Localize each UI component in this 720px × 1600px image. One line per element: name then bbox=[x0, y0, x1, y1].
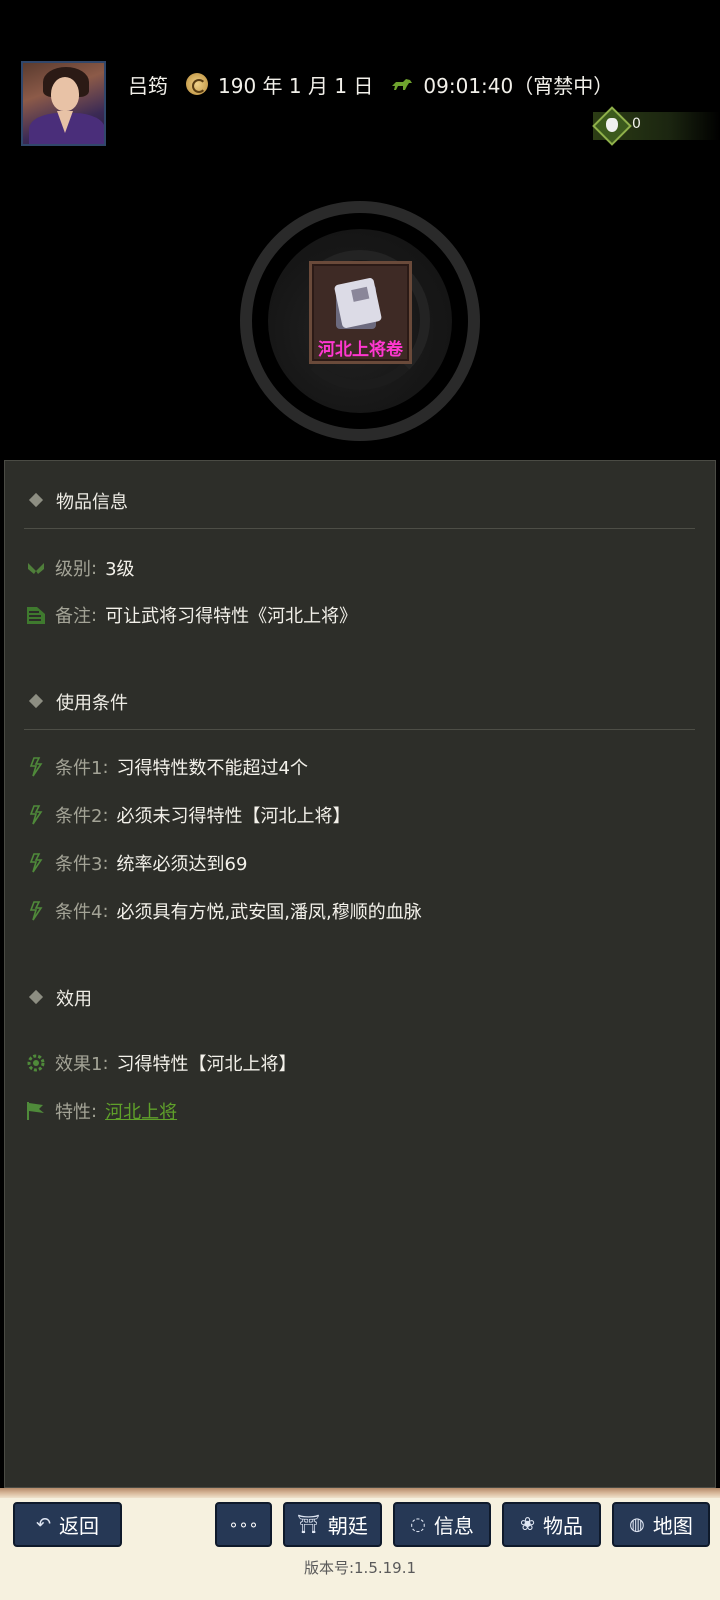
condition-row-4: 条件4 : 必须具有方悦,武安国,潘凤,穆顺的血脉 bbox=[25, 898, 422, 924]
version-label: 版本号:1.5.19.1 bbox=[303, 1559, 417, 1577]
trait-link[interactable]: 河北上将 bbox=[105, 1098, 177, 1124]
avatar-face bbox=[51, 77, 79, 111]
info-row-note: 备注 : 可让武将习得特性《河北上将》 bbox=[25, 602, 357, 628]
info-note-value: 可让武将习得特性《河北上将》 bbox=[105, 606, 358, 627]
condition-4-key: 条件4 bbox=[55, 902, 103, 923]
key-separator: : bbox=[102, 756, 109, 778]
key-separator: : bbox=[102, 900, 109, 922]
section-title-effects: 效用 bbox=[56, 989, 92, 1010]
scroll-icon bbox=[27, 607, 45, 624]
divider bbox=[24, 528, 695, 529]
info-label: 信息 bbox=[433, 1514, 474, 1538]
item-name: 河北上将卷 bbox=[318, 340, 403, 360]
court-button[interactable]: ⛩ 朝廷 bbox=[283, 1502, 382, 1547]
condition-row-1: 条件1 : 习得特性数不能超过4个 bbox=[25, 754, 308, 780]
section-title-info: 物品信息 bbox=[56, 492, 128, 513]
condition-2-value: 必须未习得特性【河北上将】 bbox=[116, 806, 351, 827]
condition-1-value: 习得特性数不能超过4个 bbox=[116, 758, 308, 779]
key-separator: : bbox=[91, 604, 98, 626]
lightning-icon bbox=[29, 757, 43, 777]
back-button[interactable]: ↶ 返回 bbox=[13, 1502, 122, 1547]
more-dots-icon: ∘∘∘ bbox=[228, 1515, 259, 1534]
court-label: 朝廷 bbox=[327, 1514, 368, 1538]
info-level-value: 3级 bbox=[105, 559, 135, 580]
items-label: 物品 bbox=[543, 1514, 584, 1538]
map-button[interactable]: ◍ 地图 bbox=[612, 1502, 710, 1547]
condition-3-key: 条件3 bbox=[55, 854, 103, 875]
palace-icon: ⛩ bbox=[297, 1514, 320, 1535]
lightning-icon bbox=[29, 805, 43, 825]
book-icon bbox=[334, 278, 382, 329]
condition-row-2: 条件2 : 必须未习得特性【河北上将】 bbox=[25, 802, 351, 828]
items-button[interactable]: ❀ 物品 bbox=[502, 1502, 601, 1547]
back-arrow-icon: ↶ bbox=[35, 1514, 52, 1535]
globe-icon: ◍ bbox=[629, 1514, 645, 1535]
footer-decor-band bbox=[0, 1488, 720, 1498]
character-name: 吕筠 bbox=[128, 73, 168, 98]
chat-bubble-icon: ◌ bbox=[410, 1514, 426, 1535]
key-separator: : bbox=[91, 1100, 98, 1122]
key-separator: : bbox=[102, 1052, 109, 1074]
calendar-icon bbox=[186, 73, 208, 95]
info-row-level: 级别 : 3级 bbox=[25, 555, 135, 581]
game-date: 190 年 1 月 1 日 bbox=[218, 73, 374, 98]
effect-row-trait: 特性 : 河北上将 bbox=[25, 1098, 177, 1124]
avatar[interactable] bbox=[21, 61, 106, 146]
info-note-key: 备注 bbox=[55, 606, 91, 627]
condition-3-value: 统率必须达到69 bbox=[116, 854, 248, 875]
info-level-key: 级别 bbox=[55, 559, 91, 580]
wings-icon bbox=[28, 563, 44, 574]
info-button[interactable]: ◌ 信息 bbox=[393, 1502, 491, 1547]
pouch-icon: ❀ bbox=[519, 1514, 536, 1535]
money-bag-icon bbox=[606, 118, 618, 132]
effect-row-1: 效果1 : 习得特性【河北上将】 bbox=[25, 1050, 297, 1076]
back-label: 返回 bbox=[59, 1514, 100, 1538]
coin-count: 0 bbox=[632, 116, 641, 132]
key-separator: : bbox=[91, 557, 98, 579]
flag-icon bbox=[27, 1102, 44, 1120]
condition-2-key: 条件2 bbox=[55, 806, 103, 827]
gear-icon bbox=[27, 1054, 45, 1072]
condition-4-value: 必须具有方悦,武安国,潘凤,穆顺的血脉 bbox=[116, 902, 422, 923]
horse-icon bbox=[392, 79, 413, 90]
divider bbox=[24, 729, 695, 730]
key-separator: : bbox=[102, 852, 109, 874]
status-row: 吕筠 190 年 1 月 1 日 09:01:40（宵禁中） bbox=[128, 69, 613, 99]
condition-row-3: 条件3 : 统率必须达到69 bbox=[25, 850, 247, 876]
lightning-icon bbox=[29, 901, 43, 921]
section-title-conditions: 使用条件 bbox=[56, 693, 128, 714]
lightning-icon bbox=[29, 853, 43, 873]
effect-1-key: 效果1 bbox=[55, 1054, 103, 1075]
key-separator: : bbox=[102, 804, 109, 826]
more-button[interactable]: ∘∘∘ bbox=[215, 1502, 272, 1547]
game-time: 09:01:40（宵禁中） bbox=[423, 73, 614, 98]
effect-1-value: 习得特性【河北上将】 bbox=[116, 1054, 297, 1075]
condition-1-key: 条件1 bbox=[55, 758, 103, 779]
trait-key: 特性 bbox=[55, 1102, 91, 1123]
map-label: 地图 bbox=[652, 1514, 693, 1538]
